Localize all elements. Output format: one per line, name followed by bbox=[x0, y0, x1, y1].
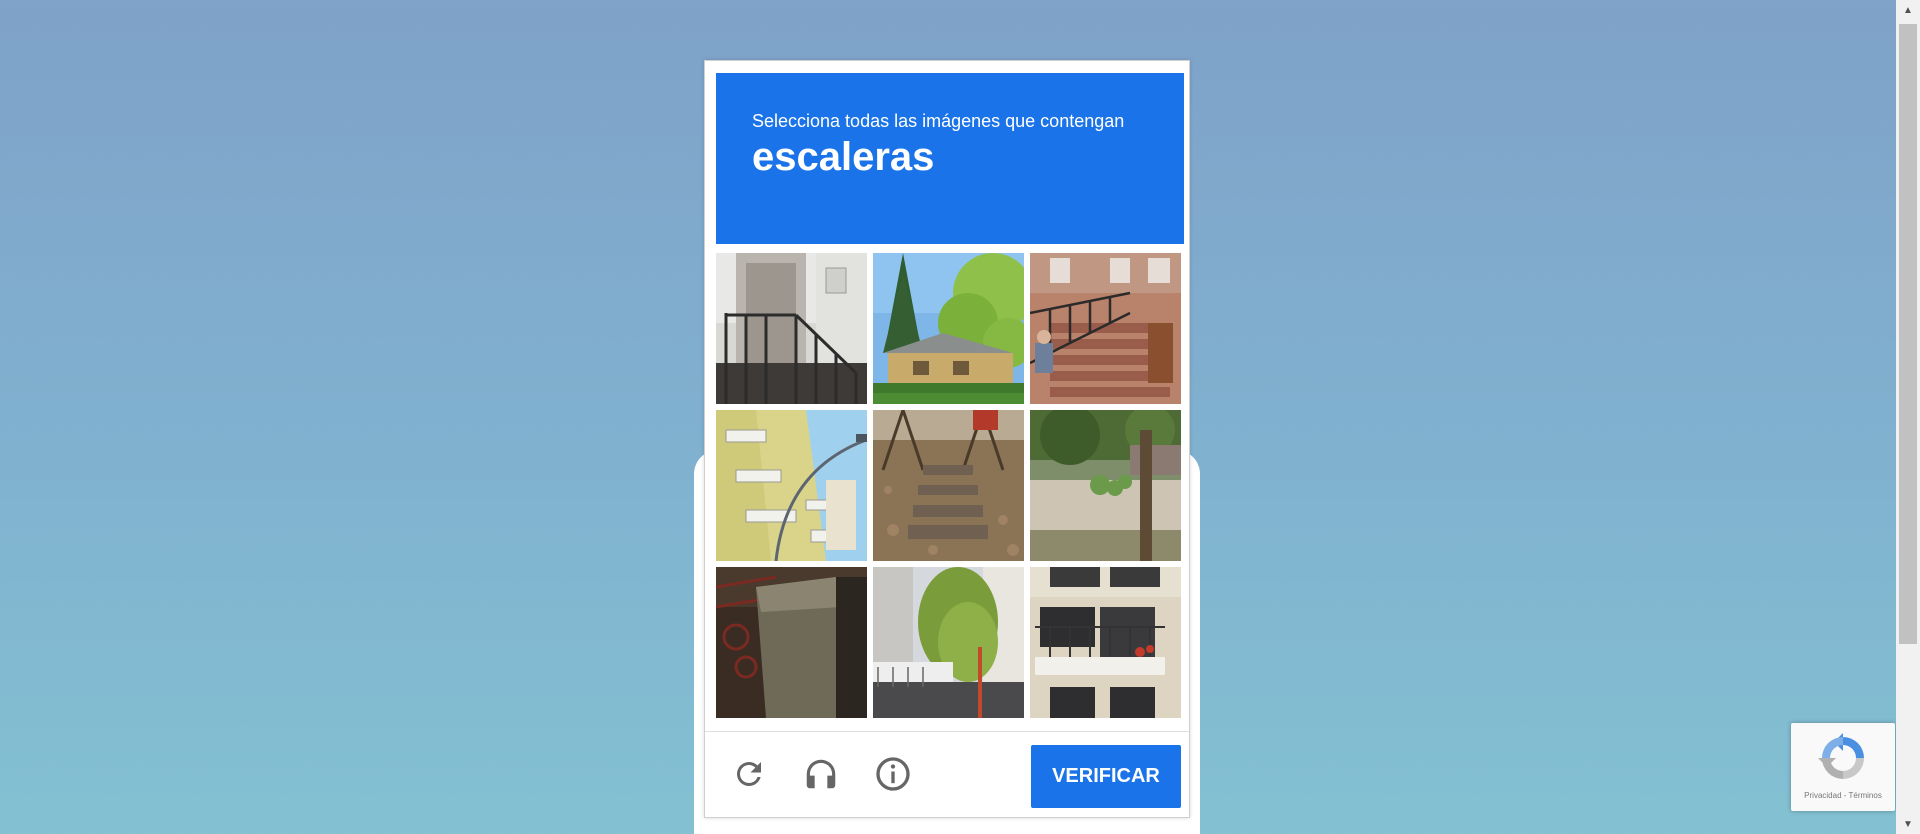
tile-1-image bbox=[716, 253, 867, 404]
challenge-prompt: Selecciona todas las imágenes que conten… bbox=[752, 111, 1125, 131]
tile-2-image bbox=[873, 253, 1024, 404]
tile-9-image bbox=[1030, 567, 1181, 718]
image-tile-1[interactable] bbox=[716, 253, 867, 404]
badge-terms-link[interactable]: Privacidad - Términos bbox=[1791, 791, 1895, 800]
image-tile-4[interactable] bbox=[716, 410, 867, 561]
recaptcha-challenge: Selecciona todas las imágenes que conten… bbox=[704, 60, 1190, 818]
image-tile-5[interactable] bbox=[873, 410, 1024, 561]
reload-icon bbox=[737, 762, 761, 786]
footer-controls bbox=[729, 754, 913, 794]
vertical-scrollbar[interactable]: ▲ ▼ bbox=[1896, 0, 1920, 834]
recaptcha-logo-icon bbox=[1818, 733, 1864, 779]
image-tile-9[interactable] bbox=[1030, 567, 1181, 718]
scroll-down-icon[interactable]: ▼ bbox=[1896, 814, 1920, 834]
image-tile-3[interactable] bbox=[1030, 253, 1181, 404]
headphones-icon bbox=[806, 759, 836, 789]
image-tile-2[interactable] bbox=[873, 253, 1024, 404]
recaptcha-badge[interactable]: Privacidad - Términos bbox=[1791, 723, 1895, 811]
audio-challenge-button[interactable] bbox=[801, 754, 841, 794]
image-grid bbox=[716, 253, 1184, 719]
tile-3-image bbox=[1030, 253, 1181, 404]
reload-button[interactable] bbox=[729, 754, 769, 794]
info-button[interactable] bbox=[873, 754, 913, 794]
tile-5-image bbox=[873, 410, 1024, 561]
tile-7-image bbox=[716, 567, 867, 718]
footer-divider bbox=[705, 731, 1189, 732]
info-icon bbox=[876, 757, 910, 791]
challenge-header: Selecciona todas las imágenes que conten… bbox=[716, 73, 1184, 244]
tile-4-image bbox=[716, 410, 867, 561]
image-tile-7[interactable] bbox=[716, 567, 867, 718]
image-tile-8[interactable] bbox=[873, 567, 1024, 718]
scroll-thumb[interactable] bbox=[1899, 24, 1917, 644]
scroll-up-icon[interactable]: ▲ bbox=[1896, 0, 1920, 20]
tile-8-image bbox=[873, 567, 1024, 718]
image-tile-6[interactable] bbox=[1030, 410, 1181, 561]
verify-button[interactable]: VERIFICAR bbox=[1031, 745, 1181, 808]
tile-6-image bbox=[1030, 410, 1181, 561]
challenge-target: escaleras bbox=[752, 135, 935, 179]
